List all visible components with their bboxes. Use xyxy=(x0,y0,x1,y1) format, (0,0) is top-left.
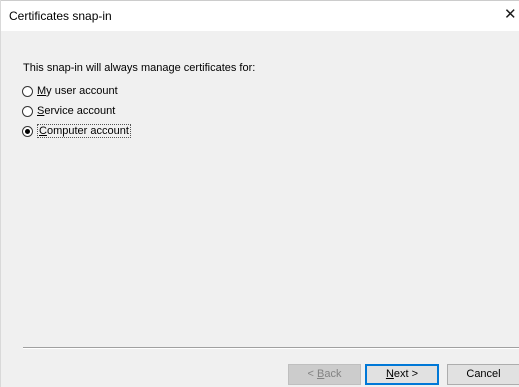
radio-service-account[interactable]: Service account xyxy=(22,103,115,119)
radio-selected-icon[interactable] xyxy=(22,125,33,137)
intro-text: This snap-in will always manage certific… xyxy=(23,62,256,74)
footer-separator xyxy=(23,347,519,349)
cancel-button[interactable]: Cancel xyxy=(447,364,519,385)
radio-circle-icon[interactable] xyxy=(22,105,33,117)
radio-my-user-account[interactable]: My user account xyxy=(22,83,118,99)
radio-label-my-user-account[interactable]: My user account xyxy=(37,85,118,97)
back-button[interactable]: < Back xyxy=(288,364,361,385)
close-icon[interactable]: ✕ xyxy=(504,4,519,26)
radio-label-service-account[interactable]: Service account xyxy=(37,105,115,117)
certificates-snapin-dialog: Certificates snap-in ✕ This snap-in will… xyxy=(0,0,519,387)
radio-circle-icon[interactable] xyxy=(22,85,33,97)
radio-computer-account[interactable]: Computer account xyxy=(22,123,131,139)
radio-label-computer-account[interactable]: Computer account xyxy=(37,124,131,138)
title-bar: Certificates snap-in ✕ xyxy=(1,0,519,31)
next-button[interactable]: Next > xyxy=(365,364,439,385)
window-title: Certificates snap-in xyxy=(9,9,112,23)
